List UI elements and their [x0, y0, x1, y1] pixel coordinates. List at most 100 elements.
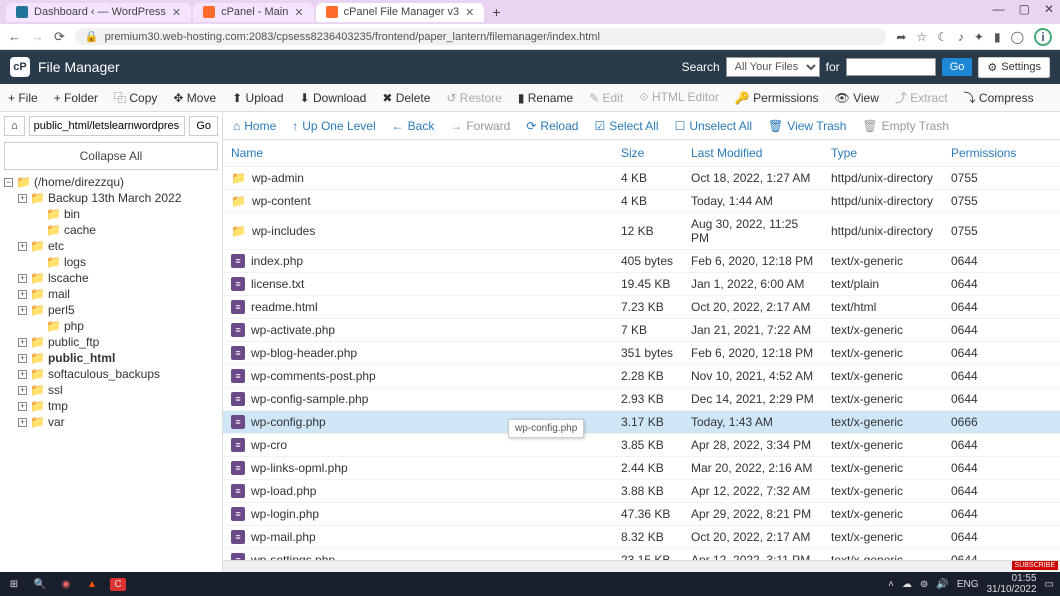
- tree-item[interactable]: +📁Backup 13th March 2022: [4, 190, 218, 206]
- bookmark-icon[interactable]: ▮: [994, 30, 1001, 44]
- expand-icon[interactable]: +: [18, 418, 27, 427]
- expand-icon[interactable]: +: [18, 386, 27, 395]
- expand-icon[interactable]: +: [18, 338, 27, 347]
- tree-item[interactable]: +📁var: [4, 414, 218, 430]
- note-icon[interactable]: ♪: [958, 30, 964, 44]
- action-button[interactable]: 🗑Empty Trash: [862, 119, 949, 133]
- table-row[interactable]: ≡wp-login.php47.36 KBApr 29, 2022, 8:21 …: [223, 503, 1060, 526]
- expand-icon[interactable]: +: [18, 242, 27, 251]
- table-row[interactable]: 📁wp-includes12 KBAug 30, 2022, 11:25 PMh…: [223, 213, 1060, 250]
- table-row[interactable]: 📁wp-content4 KBToday, 1:44 AMhttpd/unix-…: [223, 190, 1060, 213]
- action-button[interactable]: →Forward: [450, 119, 510, 133]
- reload-icon[interactable]: ⟳: [54, 29, 65, 45]
- forward-icon[interactable]: →: [31, 29, 44, 44]
- toolbar-button[interactable]: ↺ Restore: [446, 91, 501, 105]
- expand-icon[interactable]: +: [18, 194, 27, 203]
- toolbar-button[interactable]: ✖ Delete: [382, 91, 430, 105]
- expand-icon[interactable]: +: [18, 290, 27, 299]
- table-row[interactable]: ≡wp-comments-post.php2.28 KBNov 10, 2021…: [223, 365, 1060, 388]
- table-row[interactable]: ≡wp-cro3.85 KBApr 28, 2022, 3:34 PMtext/…: [223, 434, 1060, 457]
- tree-item[interactable]: +📁ssl: [4, 382, 218, 398]
- table-row[interactable]: ≡index.php405 bytesFeb 6, 2020, 12:18 PM…: [223, 250, 1060, 273]
- table-row[interactable]: ≡wp-config.php3.17 KBToday, 1:43 AMtext/…: [223, 411, 1060, 434]
- star-icon[interactable]: ☆: [916, 30, 927, 44]
- wifi-icon[interactable]: ⊚: [920, 579, 928, 590]
- subscribe-badge[interactable]: SUBSCRIBE: [1012, 561, 1058, 570]
- tree-item[interactable]: 📁php: [4, 318, 218, 334]
- tree-item[interactable]: +📁mail: [4, 286, 218, 302]
- tree-item[interactable]: +📁lscache: [4, 270, 218, 286]
- tree-item[interactable]: +📁etc: [4, 238, 218, 254]
- camtasia-icon[interactable]: C: [110, 578, 126, 591]
- expand-icon[interactable]: +: [18, 402, 27, 411]
- action-button[interactable]: ☑Select All: [594, 119, 658, 133]
- puzzle-icon[interactable]: ✦: [974, 30, 984, 44]
- new-tab-button[interactable]: +: [486, 2, 506, 22]
- clock-time[interactable]: 01:55: [986, 573, 1036, 584]
- toolbar-button[interactable]: ⬆ Upload: [232, 91, 283, 105]
- url-input[interactable]: 🔒 premium30.web-hosting.com:2083/cpsess8…: [75, 28, 886, 45]
- profile-icon[interactable]: ◯: [1011, 30, 1024, 44]
- table-row[interactable]: ≡wp-activate.php7 KBJan 21, 2021, 7:22 A…: [223, 319, 1060, 342]
- toolbar-button[interactable]: 🔑 Permissions: [735, 91, 819, 105]
- notification-icon[interactable]: ▭: [1045, 579, 1054, 590]
- column-header[interactable]: Permissions: [943, 140, 1060, 167]
- settings-button[interactable]: ⚙Settings: [978, 57, 1050, 78]
- toolbar-button[interactable]: + Folder: [54, 91, 98, 105]
- moon-icon[interactable]: ☾: [937, 30, 948, 44]
- search-scope-select[interactable]: All Your Files: [726, 57, 820, 77]
- minimize-icon[interactable]: —: [993, 2, 1005, 16]
- start-icon[interactable]: ⊞: [6, 579, 22, 590]
- search-tb-icon[interactable]: 🔍: [32, 579, 48, 590]
- cloud-icon[interactable]: ☁: [902, 579, 912, 590]
- path-input[interactable]: [29, 116, 186, 136]
- sound-icon[interactable]: 🔊: [936, 579, 948, 590]
- toolbar-button[interactable]: ✎ Edit: [589, 91, 623, 105]
- brave-icon[interactable]: ▲: [84, 579, 100, 590]
- home-path-button[interactable]: ⌂: [4, 116, 25, 136]
- expand-icon[interactable]: +: [18, 354, 27, 363]
- language-indicator[interactable]: ENG: [957, 579, 979, 590]
- browser-tab[interactable]: cPanel - Main✕: [193, 3, 313, 22]
- table-row[interactable]: ≡wp-blog-header.php351 bytesFeb 6, 2020,…: [223, 342, 1060, 365]
- tree-item[interactable]: 📁cache: [4, 222, 218, 238]
- toolbar-button[interactable]: ⿻ Copy: [114, 89, 157, 106]
- tree-item[interactable]: +📁public_html: [4, 350, 218, 366]
- table-row[interactable]: ≡wp-mail.php8.32 KBOct 20, 2022, 2:17 AM…: [223, 526, 1060, 549]
- toolbar-button[interactable]: ⤴ Extract: [895, 89, 948, 106]
- column-header[interactable]: Last Modified: [683, 140, 823, 167]
- tree-root[interactable]: − 📁 (/home/direzzqu): [4, 174, 218, 190]
- tree-item[interactable]: +📁tmp: [4, 398, 218, 414]
- maximize-icon[interactable]: ▢: [1019, 2, 1030, 16]
- back-icon[interactable]: ←: [8, 29, 21, 44]
- close-icon[interactable]: ✕: [1044, 2, 1054, 16]
- toolbar-button[interactable]: ⟐ HTML Editor: [639, 90, 719, 105]
- table-row[interactable]: ≡readme.html7.23 KBOct 20, 2022, 2:17 AM…: [223, 296, 1060, 319]
- toolbar-button[interactable]: ✥ Move: [173, 91, 216, 105]
- collapse-all-button[interactable]: Collapse All: [4, 142, 218, 170]
- tree-item[interactable]: 📁bin: [4, 206, 218, 222]
- action-button[interactable]: ←Back: [392, 119, 435, 133]
- search-go-button[interactable]: Go: [942, 58, 973, 76]
- expand-icon[interactable]: +: [18, 274, 27, 283]
- expand-icon[interactable]: +: [18, 370, 27, 379]
- table-row[interactable]: ≡wp-links-opml.php2.44 KBMar 20, 2022, 2…: [223, 457, 1060, 480]
- expand-icon[interactable]: +: [18, 306, 27, 315]
- search-input[interactable]: [846, 58, 936, 76]
- path-go-button[interactable]: Go: [189, 116, 218, 136]
- tree-item[interactable]: +📁perl5: [4, 302, 218, 318]
- table-row[interactable]: ≡wp-load.php3.88 KBApr 12, 2022, 7:32 AM…: [223, 480, 1060, 503]
- toolbar-button[interactable]: ⬇ Download: [300, 91, 367, 105]
- action-button[interactable]: 🗑View Trash: [768, 119, 846, 133]
- tree-item[interactable]: +📁softaculous_backups: [4, 366, 218, 382]
- table-row[interactable]: ≡license.txt19.45 KBJan 1, 2022, 6:00 AM…: [223, 273, 1060, 296]
- info-icon[interactable]: i: [1034, 28, 1052, 46]
- tree-item[interactable]: +📁public_ftp: [4, 334, 218, 350]
- browser-tab[interactable]: cPanel File Manager v3✕: [316, 3, 485, 22]
- horizontal-scrollbar[interactable]: [223, 560, 1060, 572]
- action-button[interactable]: ⌂Home: [233, 119, 276, 133]
- clock-date[interactable]: 31/10/2022: [986, 584, 1036, 595]
- share-icon[interactable]: ➦: [896, 30, 906, 44]
- tab-close-icon[interactable]: ✕: [465, 6, 474, 19]
- toolbar-button[interactable]: 👁 View: [835, 91, 879, 105]
